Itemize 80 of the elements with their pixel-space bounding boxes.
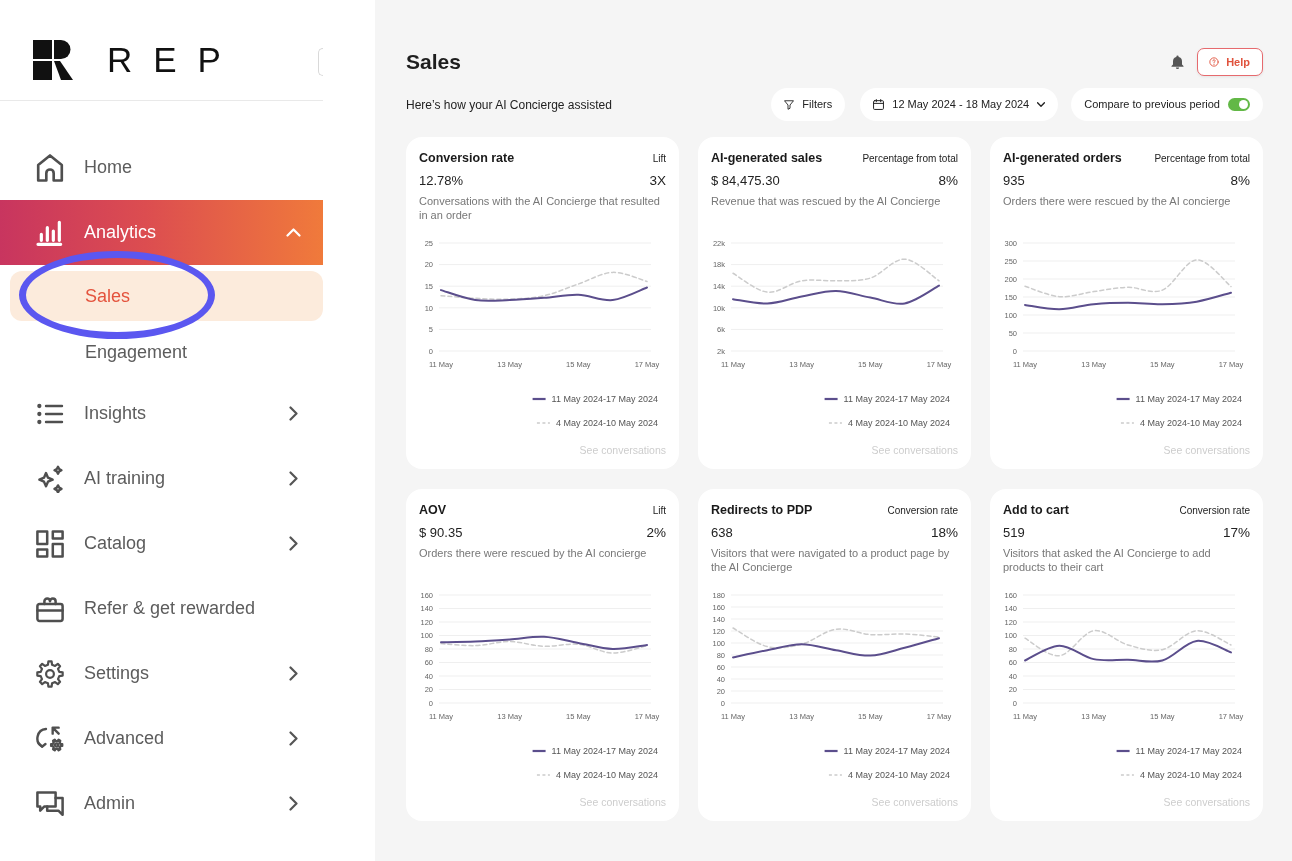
toggle-switch[interactable] [1228,98,1250,111]
sidebar-item[interactable]: Catalog [0,511,323,576]
gear-icon [36,659,64,688]
sparkles-icon [36,464,64,493]
date-range-picker[interactable]: 12 May 2024 - 18 May 2024 [860,88,1059,121]
help-button[interactable]: Help [1197,48,1263,76]
card-title: AI-generated orders [1003,150,1122,166]
sidebar-item[interactable]: Home [0,135,323,200]
legend-label: 11 May 2024-17 May 2024 [551,746,658,757]
metric-value: 935 [1003,172,1025,191]
sidebar-item[interactable]: Analytics [0,200,323,265]
grid-icon [36,529,64,558]
card-description: Conversations with the AI Concierge that resulted in an order [419,194,661,222]
card-title: Redirects to PDP [711,502,813,518]
page-title: Sales [406,49,461,75]
calendar-icon [873,99,885,110]
bar-chart-icon [36,218,64,247]
legend-label: 4 May 2024-10 May 2024 [1139,418,1242,429]
gift-icon [36,594,64,623]
legend-label: 4 May 2024-10 May 2024 [555,770,658,781]
card-description: Revenue that was rescued by the AI Concierge [711,194,942,209]
card-description: Visitors that asked the AI Concierge to add products to their cart [1003,546,1212,574]
compare-period-toggle[interactable]: Compare to previous period [1071,88,1263,121]
metric-label: Lift [652,503,666,518]
sidebar-item[interactable]: Settings [0,641,323,706]
metric-label: Percentage from total [862,151,958,166]
metric-value: 12.78% [419,172,464,191]
legend-swatch-icon [1116,749,1130,753]
legend-label: 11 May 2024-17 May 2024 [1135,746,1242,757]
filter-icon [784,99,795,110]
metric-change: 17% [1222,523,1250,542]
legend-label: 11 May 2024-17 May 2024 [551,394,658,405]
legend-swatch-icon [1116,397,1130,401]
logo-mark-icon [33,40,73,80]
legend-label: 11 May 2024-17 May 2024 [843,746,950,757]
logo-text: REP [107,40,242,80]
metric-label: Conversion rate [1179,503,1250,518]
filters-button[interactable]: Filters [771,88,846,121]
sidebar-item[interactable]: Refer & get rewarded [0,576,323,641]
metric-label: Conversion rate [887,503,958,518]
legend-swatch-icon [824,749,838,753]
card-title: AOV [419,502,447,518]
card-description: Orders there were rescued by the AI concierge [1003,194,1232,209]
legend-label: 4 May 2024-10 May 2024 [847,418,950,429]
card-title: Add to cart [1003,502,1069,518]
card-description: Visitors that were navigated to a product page by the AI Concierge [711,546,951,574]
metric-value: $ 84,475.30 [711,172,780,191]
legend-label: 4 May 2024-10 May 2024 [847,770,950,781]
metric-value: $ 90.35 [419,524,463,543]
legend-swatch-icon [532,749,546,753]
card-description: Orders there were rescued by the AI concierge [419,546,648,561]
sidebar-item[interactable]: Admin [0,771,323,836]
card-title: Conversion rate [419,150,515,166]
sidebar-subitem[interactable]: Engagement [10,327,323,377]
card-title: AI-generated sales [711,150,823,166]
chevron-down-icon [1037,102,1046,107]
home-icon [36,153,64,182]
sidebar-item[interactable]: AI training [0,446,323,511]
metric-change: 8% [938,171,958,190]
legend-label: 4 May 2024-10 May 2024 [1139,770,1242,781]
chat-icon [36,789,64,818]
metric-label: Percentage from total [1154,151,1250,166]
metric-value: 519 [1003,524,1025,543]
metric-change: 3X [649,171,666,190]
legend-label: 4 May 2024-10 May 2024 [555,418,658,429]
legend-label: 11 May 2024-17 May 2024 [1135,394,1242,405]
sidebar-item[interactable]: Advanced [0,706,323,771]
question-circle-icon [1209,57,1220,67]
metric-change: 8% [1230,171,1250,190]
refresh-gear-icon [36,724,64,753]
metric-label: Lift [652,151,666,166]
legend-swatch-icon [532,397,546,401]
legend-label: 11 May 2024-17 May 2024 [843,394,950,405]
metric-change: 2% [646,523,666,542]
metric-change: 18% [930,523,958,542]
metric-value: 638 [711,524,733,543]
notification-bell-icon[interactable] [1171,54,1185,70]
page-subtitle: Here’s how your AI Concierge assisted [406,96,612,114]
legend-swatch-icon [824,397,838,401]
sidebar-item[interactable]: Insights [0,381,323,446]
